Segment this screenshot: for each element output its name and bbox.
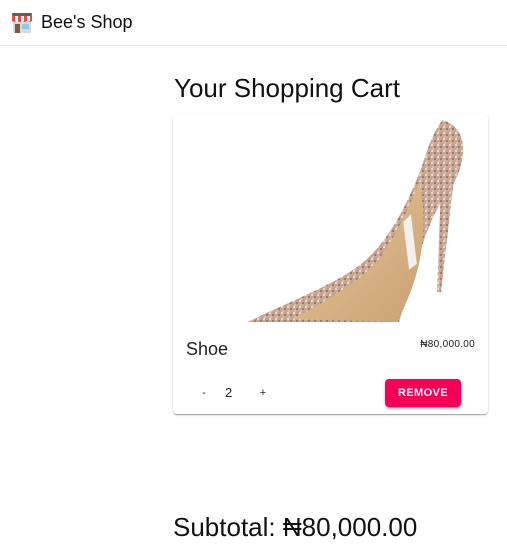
brand-name: Bee's Shop [41, 12, 133, 32]
remove-item-button[interactable]: REMOVE [385, 379, 461, 407]
product-price: ₦80,000.00 [420, 339, 475, 350]
page-title: Your Shopping Cart [174, 73, 400, 103]
product-image [173, 114, 488, 322]
subtotal-label: Subtotal: [173, 512, 276, 542]
product-name: Shoe [186, 339, 229, 359]
app-bar: Bee's Shop [0, 0, 507, 46]
quantity-value: 2 [225, 385, 233, 400]
decrease-quantity-button[interactable]: - [193, 382, 215, 404]
cart-item-card: Shoe ₦80,000.00 - 2 + REMOVE [173, 114, 488, 414]
subtotal: Subtotal: ₦80,000.00 [173, 512, 417, 543]
increase-quantity-button[interactable]: + [252, 382, 274, 404]
subtotal-value: ₦80,000.00 [282, 512, 418, 542]
brand[interactable]: Bee's Shop [10, 11, 133, 35]
store-icon [12, 12, 32, 33]
